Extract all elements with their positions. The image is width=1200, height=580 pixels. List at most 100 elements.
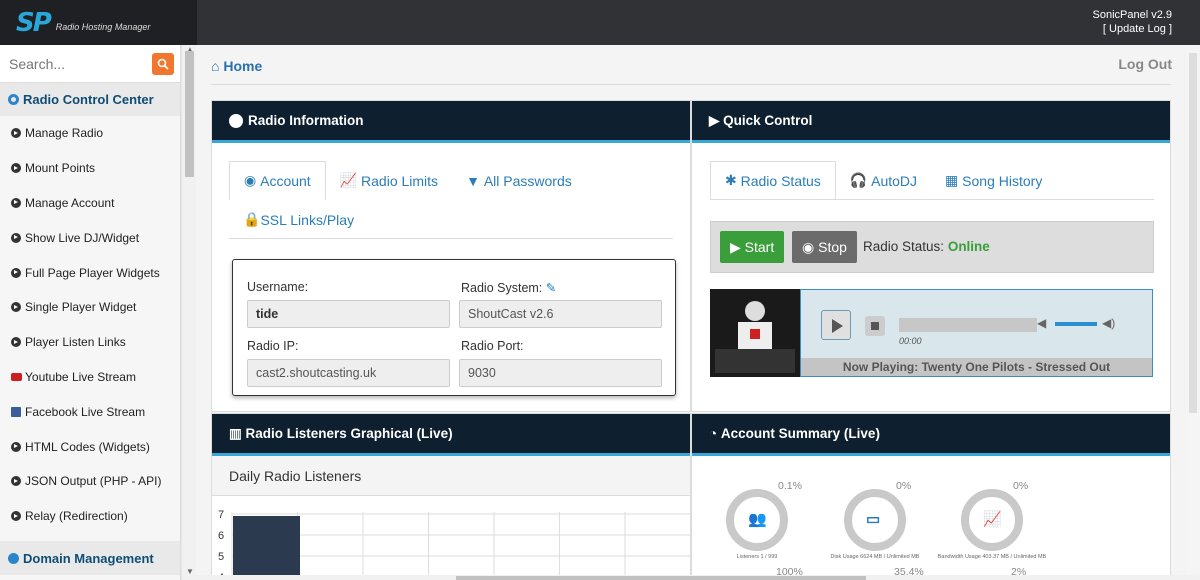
- tab-ssl-links[interactable]: 🔒 SSL Links/Play: [229, 200, 368, 239]
- logout-link[interactable]: Log Out: [1118, 56, 1172, 72]
- radio-system-field[interactable]: ShoutCast v2.6: [459, 300, 662, 328]
- horizontal-scrollbar[interactable]: [196, 575, 1200, 580]
- sidebar-section-label: Radio Control Center: [23, 92, 154, 107]
- arrow-circle-icon: [11, 441, 21, 452]
- y-tick-label: 7: [218, 509, 224, 521]
- sidebar-item[interactable]: Full Page Player Widgets: [0, 255, 180, 290]
- sidebar-item[interactable]: HTML Codes (Widgets): [0, 429, 180, 464]
- sidebar-item[interactable]: Manage Account: [0, 186, 180, 221]
- version-label: SonicPanel v2.9: [1092, 9, 1173, 21]
- sidebar-item[interactable]: Show Live DJ/Widget: [0, 220, 180, 255]
- quick-control-header: ▶ Quick Control: [692, 101, 1170, 143]
- scrollbar-thumb[interactable]: [185, 51, 194, 177]
- arrow-circle-icon: [11, 232, 21, 243]
- quick-control-tabs: ✱ Radio Status 🎧 AutoDJ ▦ Song History: [710, 161, 1154, 200]
- cog-icon: ✱: [725, 172, 741, 188]
- shield-icon: ▼: [466, 172, 484, 189]
- arrow-circle-icon: [11, 511, 21, 522]
- player-play-button[interactable]: [821, 310, 851, 340]
- arrow-circle-icon: [11, 476, 21, 487]
- listeners-chart: 7654: [218, 509, 690, 580]
- sidebar-section-radio-control[interactable]: Radio Control Center: [0, 83, 180, 116]
- tab-radio-limits[interactable]: 📈 Radio Limits: [326, 161, 452, 200]
- radio-ip-field[interactable]: cast2.shoutcasting.uk: [247, 359, 450, 387]
- sidebar-item[interactable]: Facebook Live Stream: [0, 394, 180, 429]
- sidebar-item-label: Relay (Redirection): [25, 509, 128, 524]
- tab-song-history[interactable]: ▦ Song History: [931, 161, 1056, 200]
- tab-radio-status[interactable]: ✱ Radio Status: [710, 161, 836, 200]
- bar-chart-icon: ▥: [229, 425, 246, 441]
- sidebar-item-label: HTML Codes (Widgets): [25, 439, 150, 454]
- chart-label: Daily Radio Listeners: [212, 456, 690, 496]
- sidebar-scrollbar[interactable]: ▲ ▼: [181, 45, 196, 580]
- breadcrumb-home[interactable]: Home: [223, 58, 262, 74]
- player-time: 00:00: [899, 336, 922, 346]
- tab-underline: [710, 199, 1154, 200]
- start-button[interactable]: ▶ Start: [720, 231, 785, 263]
- sidebar-search: [0, 45, 180, 83]
- scroll-down-arrow[interactable]: ▼: [186, 567, 194, 576]
- sidebar-item-label: Mount Points: [25, 161, 96, 176]
- sidebar-item[interactable]: Relay (Redirection): [0, 499, 180, 534]
- logo[interactable]: SP Radio Hosting Manager: [0, 0, 197, 45]
- disk-icon: ▭: [866, 511, 881, 528]
- sidebar-item[interactable]: Manage Radio: [0, 116, 180, 151]
- listeners-header: ▥ Radio Listeners Graphical (Live): [212, 414, 690, 456]
- radio-info-panel: Radio Information ◉ Account 📈 Radio Limi…: [211, 100, 691, 412]
- page-scrollbar-thumb[interactable]: [1189, 53, 1197, 413]
- account-info-box: Username: tide Radio System: ✎ ShoutCast…: [232, 259, 676, 396]
- chart-bar[interactable]: [233, 516, 300, 580]
- page-scrollbar[interactable]: [1186, 45, 1200, 575]
- arrow-circle-icon: [11, 197, 21, 208]
- username-field[interactable]: tide: [247, 300, 450, 328]
- sidebar-section-domain[interactable]: Domain Management: [0, 541, 180, 575]
- tab-autodj[interactable]: 🎧 AutoDJ: [836, 161, 931, 200]
- sidebar-item[interactable]: Player Listen Links: [0, 325, 180, 360]
- pencil-icon[interactable]: ✎: [546, 281, 556, 295]
- update-log-link[interactable]: [ Update Log ]: [1093, 22, 1172, 36]
- sidebar-item-label: Single Player Widget: [25, 300, 137, 315]
- facebook-icon: [11, 406, 21, 417]
- stop-icon: ◉: [802, 238, 819, 255]
- volume-slider[interactable]: [1055, 322, 1097, 326]
- breadcrumb[interactable]: ⌂ Home: [211, 58, 262, 74]
- account-summary-header: ◔ Account Summary (Live): [692, 414, 1170, 456]
- ring-top-percent: 0%: [896, 480, 912, 492]
- volume-icon[interactable]: ◀): [1102, 316, 1115, 330]
- quick-control-panel: ▶ Quick Control ✱ Radio Status 🎧 AutoDJ …: [691, 100, 1171, 412]
- stop-button[interactable]: ◉ Stop: [792, 231, 857, 263]
- horizontal-scrollbar-thumb[interactable]: [456, 576, 866, 580]
- sidebar-item-label: Facebook Live Stream: [25, 404, 146, 419]
- arrow-circle-icon: [11, 163, 21, 174]
- radio-port-field[interactable]: 9030: [459, 359, 662, 387]
- ring-top-percent: 0.1%: [778, 480, 802, 492]
- info-icon: [229, 113, 243, 128]
- sidebar-item[interactable]: Youtube Live Stream: [0, 360, 180, 395]
- gear-icon: [8, 94, 19, 105]
- search-input[interactable]: [9, 55, 149, 72]
- sidebar-item[interactable]: Mount Points: [0, 151, 180, 186]
- seek-bar[interactable]: [899, 318, 1037, 332]
- ring-label: Bandwidth Usage 403.37 MB / Unlimited MB: [937, 554, 1047, 560]
- sidebar-item[interactable]: Single Player Widget: [0, 290, 180, 325]
- mute-icon[interactable]: ◀: [1037, 316, 1046, 330]
- sidebar-item[interactable]: JSON Output (PHP - API): [0, 464, 180, 499]
- arrow-circle-icon: [11, 337, 21, 348]
- search-button[interactable]: [152, 52, 174, 75]
- tab-underline: [229, 238, 673, 239]
- pie-chart-icon: ◔: [709, 426, 721, 441]
- tab-all-passwords[interactable]: ▼ All Passwords: [452, 161, 586, 200]
- sidebar-item-label: JSON Output (PHP - API): [25, 474, 162, 489]
- ring-label: Listeners 1 / 999: [736, 554, 778, 560]
- globe-icon: [8, 552, 19, 564]
- logo-tagline: Radio Hosting Manager: [55, 21, 151, 32]
- y-tick-label: 5: [218, 551, 224, 563]
- calendar-icon: ▦: [945, 172, 963, 188]
- status-badge: Online: [947, 239, 990, 254]
- headphones-icon: 🎧: [849, 172, 872, 188]
- logo-mark: SP: [16, 7, 52, 38]
- tab-account[interactable]: ◉ Account: [229, 161, 326, 200]
- version-info: SonicPanel v2.9 [ Update Log ]: [1093, 8, 1173, 36]
- album-art-image: [710, 289, 800, 377]
- player-stop-button[interactable]: [865, 316, 885, 336]
